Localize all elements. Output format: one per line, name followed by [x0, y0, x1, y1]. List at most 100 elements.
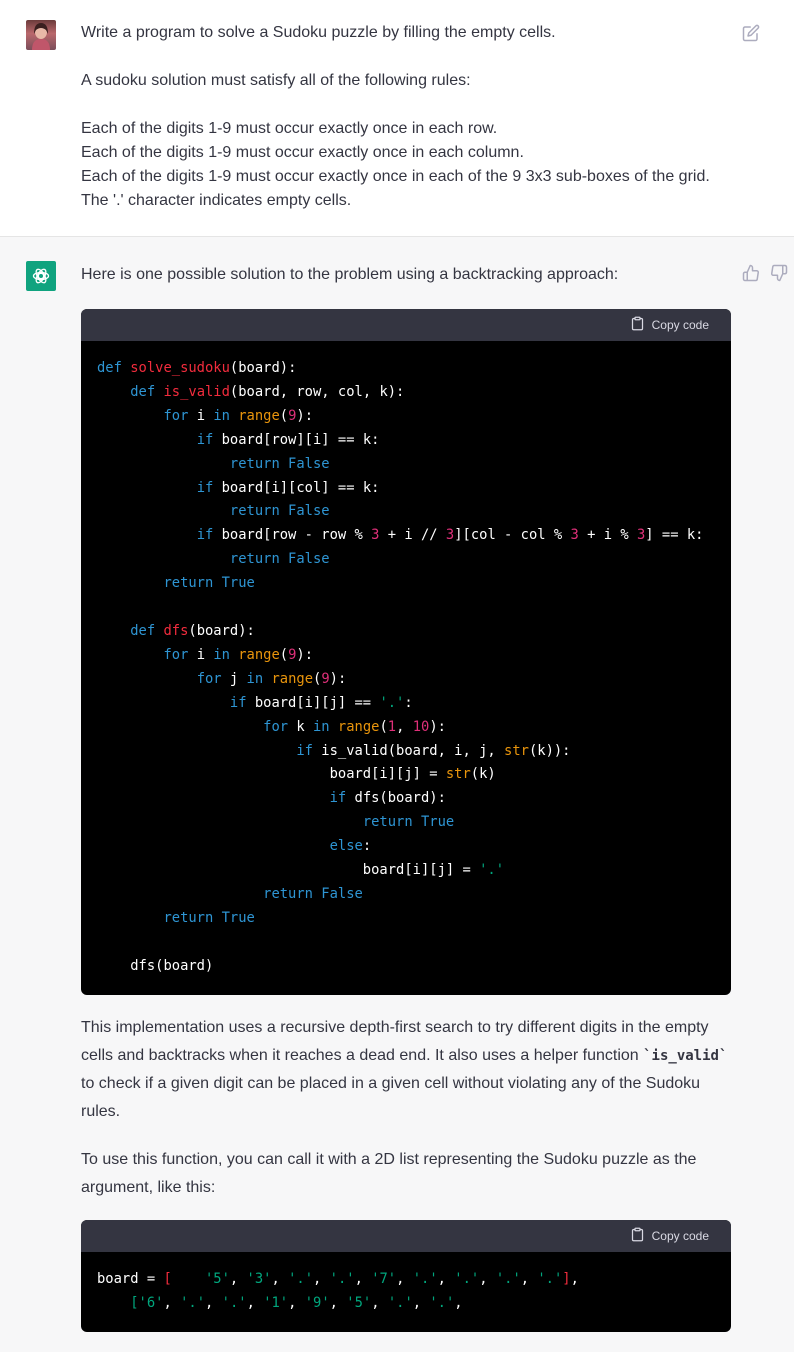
code-block: Copy code board = [ '5', '3', '.', '.', …	[81, 1220, 731, 1332]
code-token: ,	[479, 1271, 496, 1287]
code-line: if dfs(board):	[97, 790, 446, 806]
code-token: ,	[412, 1294, 430, 1311]
thumbs-up-icon[interactable]	[742, 264, 760, 282]
code-token: (k)):	[528, 742, 571, 759]
code-content[interactable]: def solve_sudoku(board): def is_valid(bo…	[81, 341, 731, 995]
code-token: j	[229, 670, 247, 687]
code-token: 1	[387, 718, 397, 735]
thumbs-down-icon[interactable]	[770, 264, 788, 282]
code-line: for i in range(9):	[97, 408, 313, 424]
code-token: ]	[562, 1271, 571, 1287]
code-line: def dfs(board):	[97, 623, 255, 639]
code-line: for j in range(9):	[97, 670, 347, 687]
code-token: board[i][j] ==	[254, 694, 380, 711]
code-token: ,	[313, 1271, 330, 1287]
code-token: in	[213, 646, 239, 663]
code-token: ,	[354, 1271, 372, 1287]
code-token: ):	[296, 646, 314, 663]
code-token: if	[196, 479, 222, 496]
code-token: ,	[520, 1271, 538, 1287]
code-token: ][col - col %	[454, 527, 571, 544]
code-token: '.'	[495, 1271, 521, 1287]
code-token: '.'	[180, 1294, 206, 1311]
code-token: '9'	[304, 1294, 330, 1311]
code-token: return True	[163, 909, 255, 926]
code-line: return False	[97, 503, 330, 519]
openai-logo-icon	[26, 261, 56, 291]
code-line: else:	[97, 838, 372, 854]
user-line: Write a program to solve a Sudoku puzzle…	[81, 24, 556, 41]
copy-code-button[interactable]: Copy code	[624, 315, 715, 335]
code-token: ):	[296, 407, 314, 424]
code-token: '.'	[454, 1271, 480, 1287]
code-token: ,	[437, 1271, 455, 1287]
code-token: board[i][j] =	[97, 862, 480, 879]
user-line: Each of the digits 1-9 must occur exactl…	[81, 168, 710, 185]
code-token: return False	[229, 503, 330, 520]
code-line: return True	[97, 575, 255, 592]
code-token: def	[130, 383, 164, 400]
code-line: dfs(board)	[97, 958, 213, 974]
code-token: + i %	[578, 527, 637, 544]
code-token: '.'	[387, 1294, 413, 1311]
code-token: str	[504, 742, 529, 759]
code-token: ,	[246, 1294, 264, 1311]
code-token: (board):	[188, 622, 255, 639]
code-token: board[i][col] == k:	[221, 479, 380, 496]
code-header: Copy code	[81, 1220, 731, 1252]
code-token: (	[279, 646, 289, 663]
copy-code-button[interactable]: Copy code	[624, 1226, 715, 1246]
code-token: '.'	[412, 1271, 438, 1287]
code-line: def solve_sudoku(board):	[97, 360, 296, 376]
code-token: in	[213, 407, 239, 424]
code-token: for	[196, 670, 230, 687]
code-token: in	[313, 718, 338, 735]
code-token: '1'	[263, 1294, 289, 1311]
code-token: + i //	[379, 527, 446, 544]
code-token: '7'	[371, 1271, 397, 1287]
code-line: return False	[97, 886, 363, 902]
code-token: '.'	[429, 1294, 455, 1311]
code-token: 3	[570, 527, 579, 544]
code-line: return False	[97, 456, 330, 472]
inline-code: `is_valid`	[643, 1048, 728, 1064]
code-token: in	[246, 670, 272, 687]
code-token: return False	[263, 885, 363, 902]
code-token: ,	[329, 1294, 347, 1311]
code-token: if	[196, 431, 222, 448]
code-token: def	[97, 360, 131, 376]
code-token: '.'	[329, 1271, 355, 1287]
code-token: (k)	[470, 766, 496, 783]
code-token: i	[196, 407, 214, 424]
code-token: return True	[163, 575, 255, 592]
explanation-text: to check if a given digit can be placed …	[81, 1075, 701, 1120]
code-token: board =	[97, 1271, 164, 1287]
code-token: 3	[445, 527, 455, 544]
clipboard-icon	[630, 1227, 645, 1245]
edit-icon[interactable]	[742, 24, 760, 42]
user-message-text: Write a program to solve a Sudoku puzzle…	[81, 21, 731, 213]
code-token: if	[296, 742, 322, 759]
code-token: '5'	[346, 1294, 372, 1311]
code-token: ):	[429, 718, 446, 735]
code-line: if is_valid(board, i, j, str(k)):	[97, 742, 571, 759]
code-token: ):	[329, 670, 347, 687]
assistant-intro: Here is one possible solution to the pro…	[81, 266, 619, 283]
code-token: ,	[371, 1294, 388, 1311]
code-token: str	[445, 766, 471, 783]
code-content[interactable]: board = [ '5', '3', '.', '.', '7', '.', …	[81, 1252, 731, 1332]
code-line: return False	[97, 551, 330, 567]
